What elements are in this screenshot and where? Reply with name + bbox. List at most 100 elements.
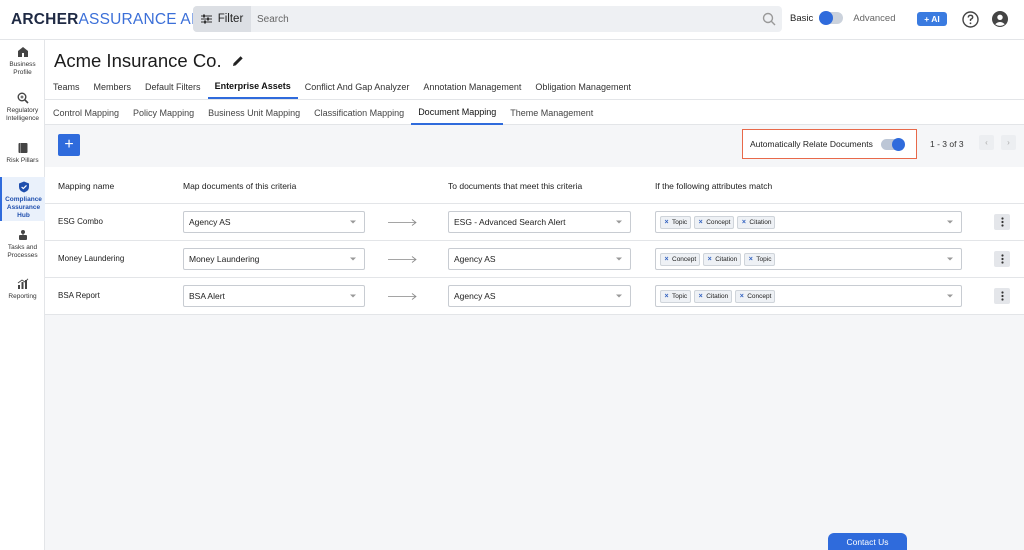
tab-members[interactable]: Members — [87, 75, 139, 99]
remove-chip-icon[interactable]: × — [736, 293, 747, 300]
table-row: BSA Report BSA Alert Agency AS × Topic × C… — [45, 278, 1024, 315]
target-criteria-select[interactable]: ESG - Advanced Search Alert — [448, 211, 631, 233]
tab-control-mapping[interactable]: Control Mapping — [45, 100, 126, 125]
sidebar-item-label: Compliance Assurance Hub — [5, 196, 42, 219]
help-icon[interactable] — [962, 11, 979, 28]
remove-chip-icon[interactable]: × — [695, 219, 706, 226]
tab-conflict-and-gap-analyzer[interactable]: Conflict And Gap Analyzer — [298, 75, 417, 99]
attribute-chip-label: Concept — [672, 255, 697, 263]
add-mapping-button[interactable]: + — [58, 134, 80, 156]
sidebar-item-label: Risk Pillars — [6, 157, 39, 164]
attribute-chip: × Topic — [660, 289, 692, 303]
attribute-chip: × Concept — [660, 252, 701, 266]
prev-page-button[interactable]: ‹ — [979, 135, 994, 150]
mode-toggle[interactable] — [819, 11, 844, 25]
mode-basic-label: Basic — [790, 12, 814, 24]
logo-text: ARCHERASSURANCE AI — [11, 11, 195, 29]
contact-us-button[interactable]: Contact Us — [828, 533, 907, 550]
target-criteria-value: Agency AS — [454, 254, 496, 264]
sidebar-item-label: Regulatory Intelligence — [6, 107, 39, 122]
logo-archer: ARCHER — [11, 10, 79, 28]
chevron-down-icon — [947, 294, 953, 298]
app-logo[interactable]: ARCHERASSURANCE AI — [0, 0, 195, 40]
row-actions-button[interactable] — [994, 251, 1010, 267]
column-header-attributes: If the following attributes match — [655, 181, 773, 191]
tab-document-mapping[interactable]: Document Mapping — [411, 100, 504, 125]
mapping-table: Mapping name Map documents of this crite… — [45, 167, 1024, 550]
sidebar-item-business-profile[interactable]: Business Profile — [0, 46, 45, 82]
edit-pencil-icon[interactable] — [232, 55, 244, 67]
search-input[interactable]: Search — [257, 14, 762, 25]
sidebar: Business Profile Regulatory Intelligence… — [0, 40, 45, 550]
attribute-chip-label: Topic — [756, 255, 772, 263]
tab-classification-mapping[interactable]: Classification Mapping — [307, 100, 411, 125]
tab-default-filters[interactable]: Default Filters — [138, 75, 208, 99]
search-icon[interactable] — [762, 12, 776, 26]
attributes-select[interactable]: × Topic × Citation × Concept — [655, 285, 962, 307]
mode-switch: Basic Advanced — [790, 11, 896, 25]
sidebar-item-regulatory-intelligence[interactable]: Regulatory Intelligence — [0, 92, 45, 128]
arrow-right-icon — [388, 293, 417, 300]
more-vertical-icon — [1000, 291, 1004, 301]
attribute-chip-label: Citation — [706, 292, 729, 300]
remove-chip-icon[interactable]: × — [661, 256, 672, 263]
source-criteria-select[interactable]: Agency AS — [183, 211, 365, 233]
tab-policy-mapping[interactable]: Policy Mapping — [126, 100, 201, 125]
chevron-right-icon: › — [1007, 138, 1010, 147]
tab-theme-management[interactable]: Theme Management — [503, 100, 600, 125]
next-page-button[interactable]: › — [1001, 135, 1016, 150]
mapping-name: Money Laundering — [58, 254, 125, 263]
column-header-source-criteria: Map documents of this criteria — [183, 181, 297, 191]
row-actions-button[interactable] — [994, 288, 1010, 304]
pagination-text: 1 - 3 of 3 — [930, 139, 964, 149]
chevron-left-icon: ‹ — [985, 138, 988, 147]
attribute-chip-label: Topic — [672, 218, 688, 226]
sidebar-item-reporting[interactable]: Reporting — [0, 278, 45, 304]
attribute-chip: × Concept — [694, 215, 735, 229]
mapping-name: ESG Combo — [58, 217, 103, 226]
attributes-select[interactable]: × Concept × Citation × Topic — [655, 248, 962, 270]
target-criteria-value: ESG - Advanced Search Alert — [454, 217, 566, 227]
remove-chip-icon[interactable]: × — [661, 293, 672, 300]
tab-obligation-management[interactable]: Obligation Management — [528, 75, 638, 99]
tab-business-unit-mapping[interactable]: Business Unit Mapping — [201, 100, 307, 125]
remove-chip-icon[interactable]: × — [704, 256, 715, 263]
source-criteria-select[interactable]: Money Laundering — [183, 248, 365, 270]
sidebar-item-label: Reporting — [8, 293, 37, 300]
top-bar: ARCHERASSURANCE AI Filter Search Basic A… — [0, 0, 1024, 40]
tab-annotation-management[interactable]: Annotation Management — [416, 75, 528, 99]
attribute-chip-label: Citation — [715, 255, 738, 263]
auto-relate-toggle[interactable] — [881, 138, 905, 151]
attribute-chip-label: Topic — [672, 292, 688, 300]
row-actions-button[interactable] — [994, 214, 1010, 230]
attributes-select[interactable]: × Topic × Concept × Citation — [655, 211, 962, 233]
auto-relate-documents-box: Automatically Relate Documents — [742, 129, 917, 159]
chevron-down-icon — [616, 220, 622, 224]
target-criteria-select[interactable]: Agency AS — [448, 248, 631, 270]
remove-chip-icon[interactable]: × — [695, 293, 706, 300]
secondary-tabs: Control Mapping Policy Mapping Business … — [45, 100, 600, 125]
tab-teams[interactable]: Teams — [45, 75, 87, 99]
attribute-chip: × Concept — [735, 289, 776, 303]
search-bar: Filter Search — [193, 6, 782, 32]
search-zoom-icon — [17, 92, 29, 104]
toolbar: + Automatically Relate Documents 1 - 3 o… — [45, 125, 1024, 167]
building-icon — [17, 47, 28, 57]
target-criteria-select[interactable]: Agency AS — [448, 285, 631, 307]
auto-relate-label: Automatically Relate Documents — [750, 139, 873, 149]
remove-chip-icon[interactable]: × — [738, 219, 749, 226]
user-avatar-icon[interactable] — [992, 11, 1008, 27]
ai-button[interactable]: + AI — [917, 12, 947, 26]
arrow-right-icon — [388, 256, 417, 263]
remove-chip-icon[interactable]: × — [661, 219, 672, 226]
source-criteria-select[interactable]: BSA Alert — [183, 285, 365, 307]
attribute-chip: × Topic — [660, 215, 692, 229]
sidebar-item-tasks-and-processes[interactable]: Tasks and Processes — [0, 229, 45, 261]
chart-icon — [17, 278, 28, 289]
sidebar-item-compliance-assurance-hub[interactable]: Compliance Assurance Hub — [0, 177, 45, 221]
remove-chip-icon[interactable]: × — [745, 256, 756, 263]
filter-button[interactable]: Filter — [193, 6, 251, 32]
tab-enterprise-assets[interactable]: Enterprise Assets — [207, 75, 298, 99]
source-criteria-value: Money Laundering — [189, 254, 260, 264]
sidebar-item-risk-pillars[interactable]: Risk Pillars — [0, 142, 45, 168]
